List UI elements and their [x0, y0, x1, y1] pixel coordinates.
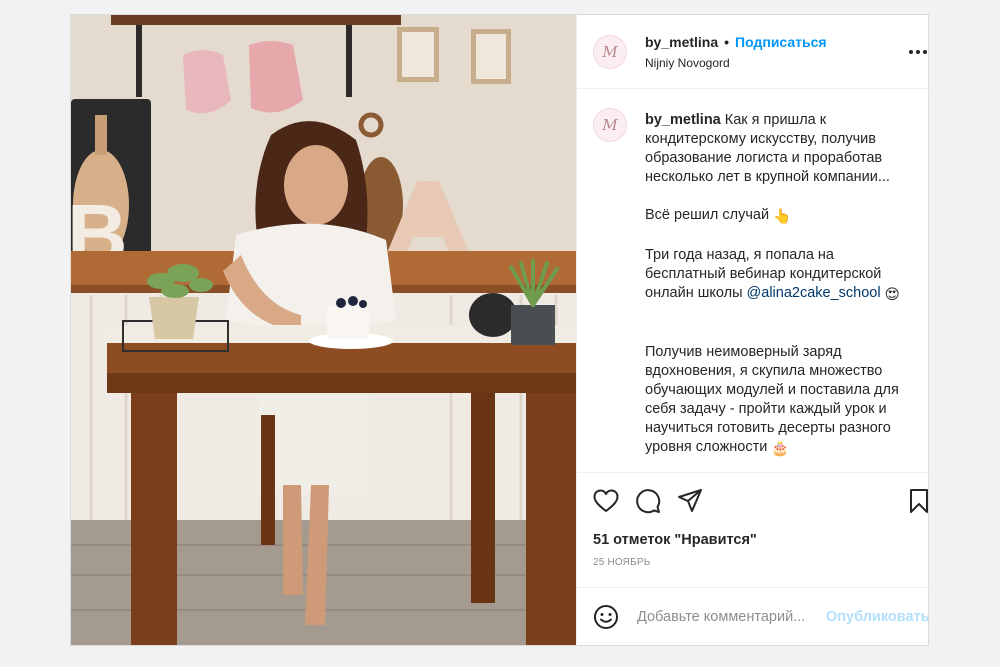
caption-area: M by_metlina Как я пришла к кондитерском…	[577, 89, 946, 473]
caption-paragraph-2: Всё решил случай 👆	[645, 206, 907, 227]
post-date[interactable]: 25 НОЯБРЬ	[577, 551, 946, 577]
separator-dot: •	[724, 33, 730, 50]
heart-icon[interactable]	[593, 488, 619, 514]
caption-mention-link[interactable]: @alina2cake_school	[747, 285, 881, 301]
instagram-post: B M by_metlina • Подписаться Nijniy Novo…	[70, 14, 946, 646]
paper-plane-icon[interactable]	[677, 488, 703, 514]
caption-text-4: Получив неимоверный заряд вдохновения, я…	[645, 344, 899, 455]
author-row: by_metlina • Подписаться	[645, 34, 906, 50]
follow-button[interactable]: Подписаться	[735, 34, 827, 50]
caption-paragraph-3: Три года назад, я попала на бесплатный в…	[645, 246, 907, 305]
author-username[interactable]: by_metlina	[645, 34, 718, 50]
kitchen-photo-illustration: B	[71, 15, 576, 645]
more-options-icon[interactable]	[906, 40, 930, 64]
post-location[interactable]: Nijniy Novogord	[645, 56, 906, 70]
author-info: by_metlina • Подписаться Nijniy Novogord	[645, 34, 906, 70]
heart-eyes-emoji-icon: 😍	[884, 287, 900, 303]
smiley-icon[interactable]	[593, 604, 619, 630]
post-photo[interactable]: B	[71, 15, 576, 645]
caption-avatar[interactable]: M	[593, 108, 627, 142]
comment-bar: Опубликовать	[577, 587, 946, 645]
publish-button[interactable]: Опубликовать	[826, 609, 930, 625]
caption-username[interactable]: by_metlina	[645, 112, 721, 128]
pointing-up-emoji-icon: 👆	[773, 209, 792, 225]
caption-paragraph-4: Получив неимоверный заряд вдохновения, я…	[645, 343, 907, 459]
author-avatar[interactable]: M	[593, 34, 627, 69]
caption-text-2: Всё решил случай	[645, 207, 770, 223]
bookmark-icon[interactable]	[906, 488, 932, 514]
post-caption: by_metlina Как я пришла к кондитерскому …	[645, 111, 907, 472]
cake-emoji-icon: 🎂	[771, 441, 790, 457]
caption-paragraph-1: by_metlina Как я пришла к кондитерскому …	[645, 111, 907, 187]
post-actions	[577, 473, 946, 529]
likes-count[interactable]: 51 отметок "Нравится"	[577, 529, 946, 551]
comment-bubble-icon[interactable]	[635, 488, 661, 514]
comment-input[interactable]	[635, 607, 826, 626]
post-header: M by_metlina • Подписаться Nijniy Novogo…	[577, 15, 946, 89]
post-side-panel: M by_metlina • Подписаться Nijniy Novogo…	[576, 15, 946, 645]
